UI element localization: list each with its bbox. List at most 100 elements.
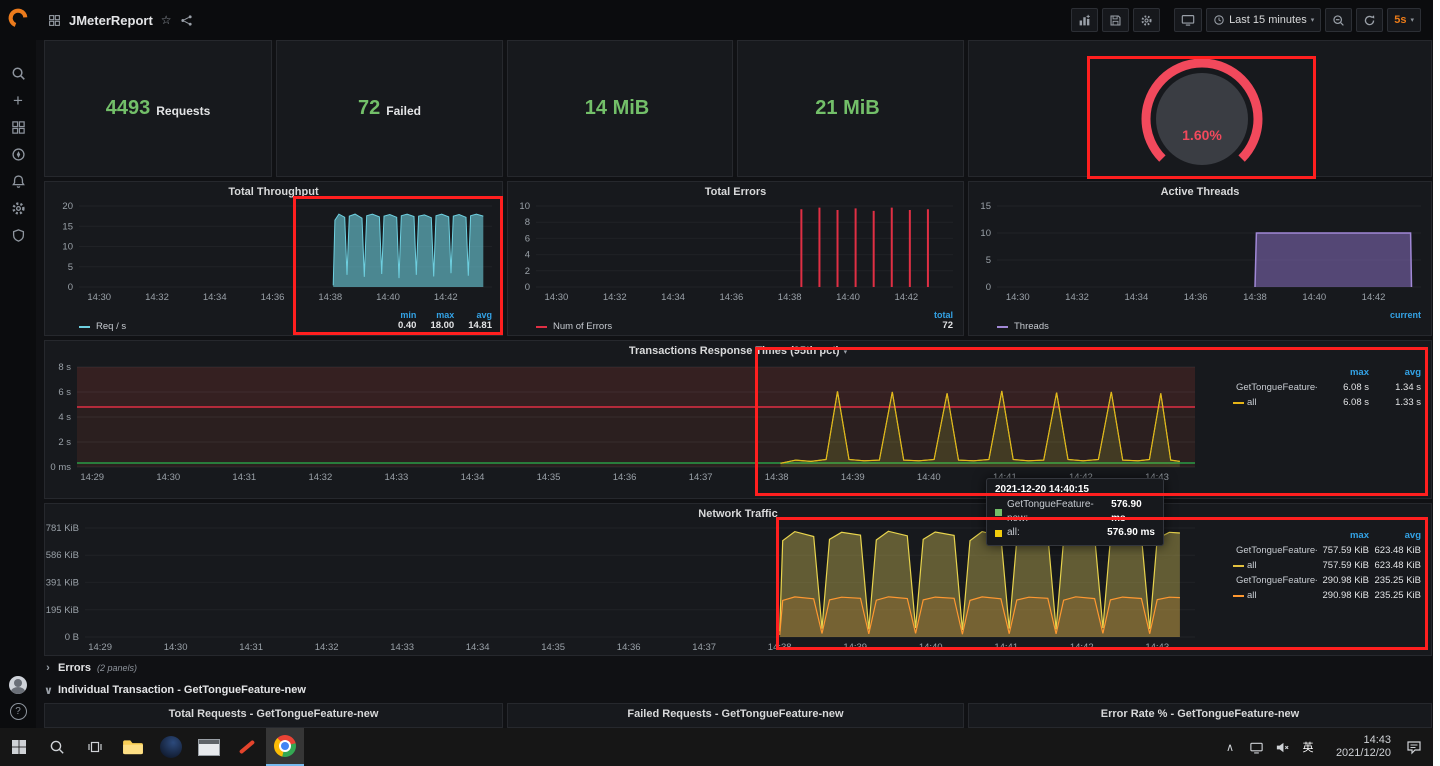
dashboard-settings-button[interactable] bbox=[1133, 8, 1161, 32]
svg-text:14:36: 14:36 bbox=[617, 642, 641, 653]
panel-title[interactable]: Total Errors bbox=[508, 182, 963, 202]
svg-text:10: 10 bbox=[980, 228, 991, 239]
requests-stat-panel: 4493 Requests bbox=[44, 40, 272, 177]
task-view-button[interactable] bbox=[76, 728, 114, 766]
sidebar-search-button[interactable] bbox=[0, 60, 36, 87]
refresh-button[interactable] bbox=[1356, 8, 1384, 32]
svg-text:14:39: 14:39 bbox=[843, 642, 867, 653]
refresh-icon bbox=[1365, 14, 1375, 25]
panel-title[interactable]: Active Threads bbox=[969, 182, 1431, 202]
gear-icon bbox=[11, 202, 25, 215]
ime-language-indicator[interactable]: 英 bbox=[1295, 728, 1321, 766]
svg-text:14:34: 14:34 bbox=[661, 292, 685, 303]
grafana-logo-icon bbox=[8, 8, 28, 28]
chrome-button[interactable] bbox=[266, 728, 304, 766]
errors-legend[interactable]: Num of Errors total 72 bbox=[536, 310, 953, 332]
svg-text:14:34: 14:34 bbox=[466, 642, 490, 653]
taskbar-search-button[interactable] bbox=[38, 728, 76, 766]
sent-stat-panel: 21 MiB bbox=[737, 40, 964, 177]
share-icon[interactable] bbox=[180, 14, 193, 27]
total-errors-panel: Total Errors 0 2 4 6 8 10 14:30 14:32 14:34 14:36… bbox=[507, 181, 964, 336]
svg-text:20: 20 bbox=[62, 201, 73, 212]
start-button[interactable] bbox=[0, 728, 38, 766]
svg-text:14:43: 14:43 bbox=[1145, 642, 1169, 653]
svg-text:14:29: 14:29 bbox=[80, 472, 104, 483]
time-range-picker[interactable]: Last 15 minutes ▾ bbox=[1206, 8, 1322, 32]
sidebar-explore-button[interactable] bbox=[0, 141, 36, 168]
tv-mode-button[interactable] bbox=[1174, 8, 1203, 32]
sidebar-alerting-button[interactable] bbox=[0, 168, 36, 195]
svg-text:781 KiB: 781 KiB bbox=[46, 523, 79, 534]
response-times-chart[interactable]: 0 ms 2 s 4 s 6 s 8 s 14:29 14:30 14:31 14:32 14:3… bbox=[45, 341, 1431, 498]
zoom-out-icon bbox=[1333, 14, 1345, 26]
add-panel-button[interactable] bbox=[1071, 8, 1099, 32]
zoom-out-button[interactable] bbox=[1325, 8, 1353, 32]
panel-title[interactable]: Failed Requests - GetTongueFeature-new bbox=[508, 704, 963, 724]
panel-menu-caret-icon[interactable]: ▾ bbox=[844, 349, 848, 356]
file-explorer-button[interactable] bbox=[114, 728, 152, 766]
svg-text:14:42: 14:42 bbox=[894, 292, 918, 303]
svg-text:2 s: 2 s bbox=[58, 437, 71, 448]
response-times-legend[interactable]: maxavgGetTongueFeature-new6.08 s1.34 sal… bbox=[1233, 365, 1421, 410]
svg-text:586 KiB: 586 KiB bbox=[46, 550, 79, 561]
help-icon[interactable]: ? bbox=[9, 703, 27, 720]
panel-title[interactable]: Error Rate % - GetTongueFeature-new bbox=[969, 704, 1431, 724]
refresh-interval-dropdown[interactable]: 5s ▾ bbox=[1387, 8, 1421, 32]
panel-title[interactable]: Transactions Response Times (95th pct) bbox=[629, 345, 840, 357]
gauge-arc bbox=[1141, 58, 1263, 165]
row-errors[interactable]: › Errors (2 panels) bbox=[44, 659, 137, 677]
app-button-1[interactable] bbox=[152, 728, 190, 766]
row-individual-transaction[interactable]: ∨ Individual Transaction - GetTongueFeat… bbox=[44, 681, 306, 699]
svg-text:14:34: 14:34 bbox=[1124, 292, 1148, 303]
action-center-button[interactable] bbox=[1395, 728, 1433, 766]
svg-text:14:36: 14:36 bbox=[613, 472, 637, 483]
panel-title[interactable]: Total Throughput bbox=[45, 182, 502, 202]
taskbar-clock[interactable]: 14:43 2021/12/20 bbox=[1321, 728, 1395, 766]
network-tray-button[interactable] bbox=[1243, 728, 1269, 766]
gauge-value: 1.60% bbox=[1182, 127, 1222, 143]
svg-text:391 KiB: 391 KiB bbox=[46, 577, 79, 588]
app-button-2[interactable] bbox=[190, 728, 228, 766]
svg-text:2: 2 bbox=[525, 266, 530, 277]
svg-text:14:40: 14:40 bbox=[1302, 292, 1326, 303]
user-avatar[interactable] bbox=[9, 676, 27, 694]
svg-text:10: 10 bbox=[519, 201, 530, 212]
svg-text:14:30: 14:30 bbox=[164, 642, 188, 653]
network-traffic-legend[interactable]: maxavgGetTongueFeature-new757.59 KiB623.… bbox=[1233, 528, 1421, 603]
grafana-logo[interactable] bbox=[6, 6, 30, 30]
sidebar-configuration-button[interactable] bbox=[0, 195, 36, 222]
svg-text:14:37: 14:37 bbox=[689, 472, 713, 483]
panel-title[interactable]: Network Traffic bbox=[45, 504, 1431, 524]
volume-tray-button[interactable] bbox=[1269, 728, 1295, 766]
stat-value: 14 MiB bbox=[584, 97, 650, 119]
save-dashboard-button[interactable] bbox=[1102, 8, 1130, 32]
svg-text:14:36: 14:36 bbox=[1184, 292, 1208, 303]
network-traffic-chart[interactable]: 0 B 195 KiB 391 KiB 586 KiB 781 KiB 14:29 14:3… bbox=[45, 504, 1431, 655]
stat-value: 21 MiB bbox=[815, 97, 880, 119]
svg-text:5: 5 bbox=[986, 255, 991, 266]
time-range-label: Last 15 minutes bbox=[1229, 14, 1307, 26]
row-title: Individual Transaction - GetTongueFeatur… bbox=[58, 684, 306, 696]
tray-expand-button[interactable]: ∧ bbox=[1217, 728, 1243, 766]
sidebar-create-button[interactable]: + bbox=[0, 87, 36, 114]
grafana-sidebar: + ? bbox=[0, 0, 36, 728]
svg-text:14:42: 14:42 bbox=[1362, 292, 1386, 303]
windows-logo-icon bbox=[12, 740, 26, 754]
chevron-up-icon: ∧ bbox=[1225, 741, 1235, 754]
page-title[interactable]: JMeterReport bbox=[69, 13, 153, 28]
refresh-interval-label: 5s bbox=[1394, 14, 1407, 26]
throughput-legend[interactable]: Req / s min 0.40 max 18.00 avg 14.81 bbox=[79, 310, 492, 332]
threads-legend[interactable]: Threads current bbox=[997, 310, 1421, 332]
network-traffic-panel: Network Traffic 0 B 195 KiB 391 KiB 586 KiB… bbox=[44, 503, 1432, 656]
stat-value: 72 bbox=[358, 97, 381, 119]
app-button-3[interactable] bbox=[228, 728, 266, 766]
svg-text:14:33: 14:33 bbox=[385, 472, 409, 483]
star-icon[interactable]: ☆ bbox=[161, 13, 172, 27]
sidebar-dashboards-button[interactable] bbox=[0, 114, 36, 141]
svg-text:14:33: 14:33 bbox=[390, 642, 414, 653]
panel-title[interactable]: Total Requests - GetTongueFeature-new bbox=[45, 704, 502, 724]
svg-text:14:32: 14:32 bbox=[603, 292, 627, 303]
sidebar-server-admin-button[interactable] bbox=[0, 222, 36, 249]
network-icon bbox=[1249, 742, 1263, 754]
volume-muted-icon bbox=[1276, 742, 1289, 752]
